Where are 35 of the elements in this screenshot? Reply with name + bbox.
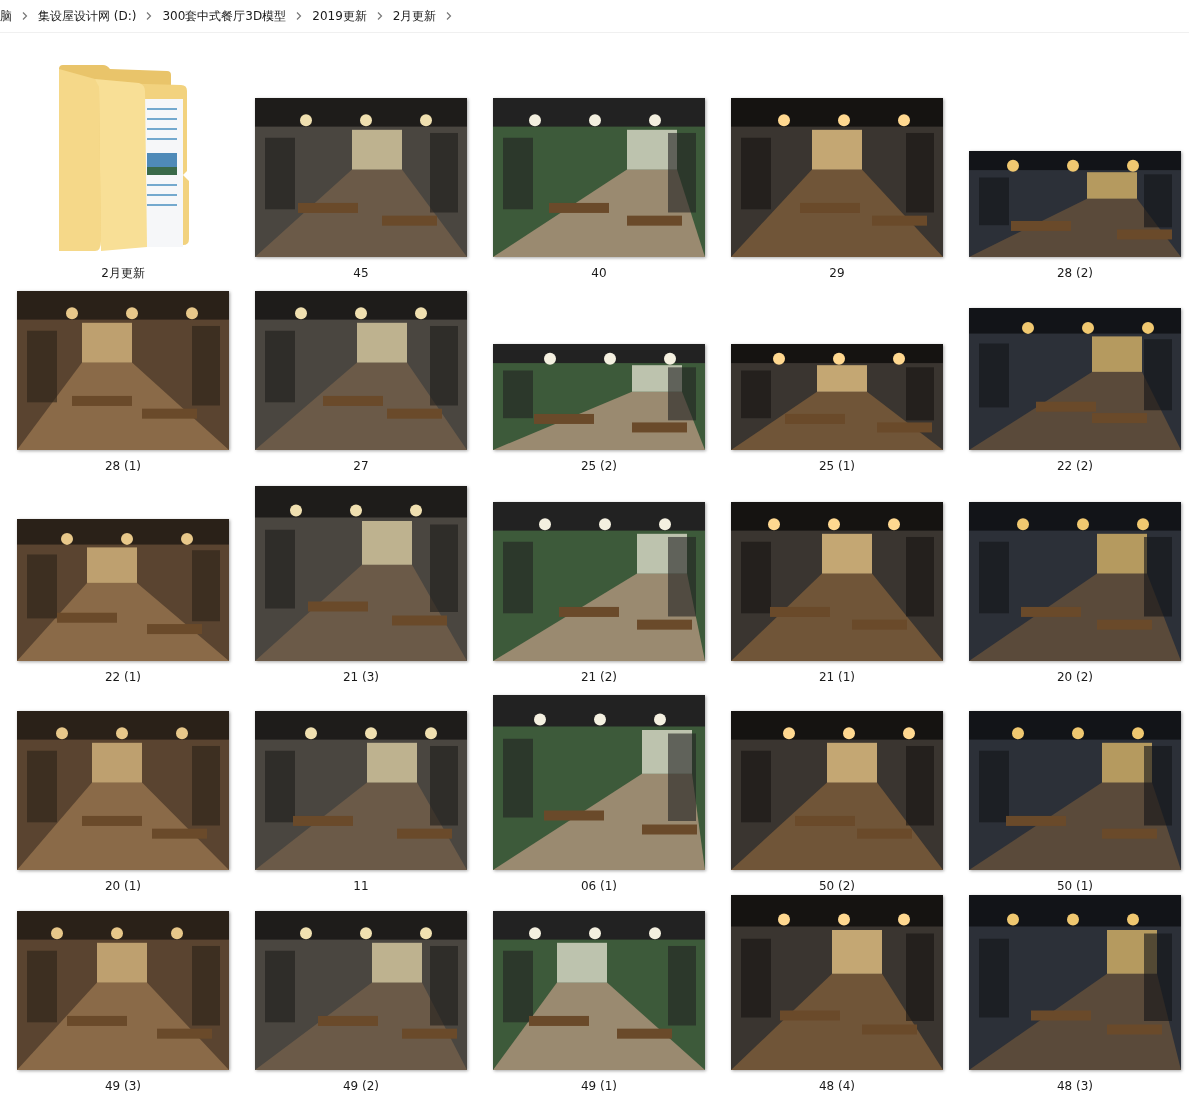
file-name: 06 (1) <box>580 878 618 894</box>
chevron-icon[interactable] <box>22 12 28 20</box>
file-name: 45 <box>353 265 369 281</box>
file-name: 49 (1) <box>580 1078 618 1094</box>
file-name: 20 (1) <box>104 878 142 894</box>
breadcrumb-item[interactable]: 2019更新 <box>312 7 367 25</box>
file-name: 40 <box>591 265 607 281</box>
file-name: 49 (3) <box>104 1078 142 1094</box>
chevron-icon[interactable] <box>376 12 383 20</box>
file-name: 21 (3) <box>342 669 380 685</box>
file-name: 20 (2) <box>1056 669 1094 685</box>
breadcrumb-item[interactable]: 脑 <box>0 7 12 25</box>
file-name: 25 (2) <box>580 458 618 474</box>
file-name: 25 (1) <box>818 458 856 474</box>
breadcrumb-item[interactable]: 集设屋设计网 (D:) <box>38 7 137 25</box>
file-name: 48 (3) <box>1056 1078 1094 1094</box>
file-name: 48 (4) <box>818 1078 856 1094</box>
chevron-icon[interactable] <box>146 12 153 20</box>
file-name: 50 (1) <box>1056 878 1094 894</box>
file-name: 28 (1) <box>104 458 142 474</box>
breadcrumb-item[interactable]: 2月更新 <box>392 7 437 25</box>
file-name: 49 (2) <box>342 1078 380 1094</box>
file-name: 22 (1) <box>104 669 142 685</box>
file-name: 28 (2) <box>1056 265 1094 281</box>
file-name: 27 <box>353 458 369 474</box>
file-name: 11 <box>353 878 369 894</box>
file-name: 2月更新 <box>101 265 145 281</box>
chevron-icon[interactable] <box>446 12 453 20</box>
chevron-icon[interactable] <box>296 12 303 20</box>
breadcrumb-item[interactable]: 300套中式餐厅3D模型 <box>162 7 287 25</box>
file-name: 22 (2) <box>1056 458 1094 474</box>
file-name: 29 <box>829 265 845 281</box>
file-name: 50 (2) <box>818 878 856 894</box>
file-name: 21 (2) <box>580 669 618 685</box>
file-name: 21 (1) <box>818 669 856 685</box>
